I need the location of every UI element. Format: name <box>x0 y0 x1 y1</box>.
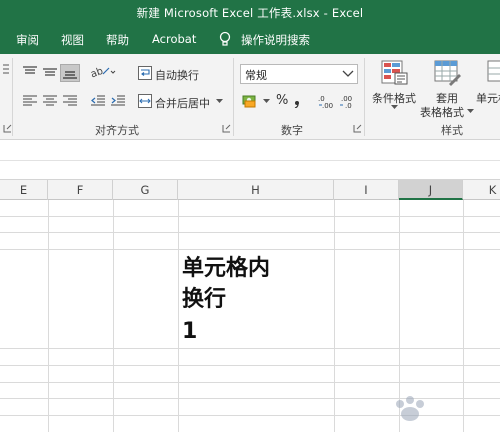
wrap-text-icon[interactable] <box>138 66 152 80</box>
gridline <box>0 365 500 366</box>
column-header-i[interactable]: I <box>334 180 399 200</box>
comma-style-icon[interactable] <box>293 94 303 108</box>
column-header-k[interactable]: K <box>463 180 500 200</box>
conditional-formatting-button[interactable]: 条件格式 <box>372 90 416 106</box>
formula-bar-divider <box>0 160 500 161</box>
column-headers: E F G H I J K <box>0 180 500 200</box>
tab-review[interactable]: 审阅 <box>16 32 39 48</box>
gridline <box>0 348 500 349</box>
tab-acrobat[interactable]: Acrobat <box>152 32 196 46</box>
cell-styles-button[interactable]: 单元格 <box>476 90 500 106</box>
svg-text:.0: .0 <box>345 102 352 109</box>
gridline <box>334 250 335 348</box>
tab-view[interactable]: 视图 <box>61 32 84 48</box>
alignment-group-label: 对齐方式 <box>95 124 139 137</box>
font-dialog-launcher-icon[interactable] <box>3 124 12 133</box>
lightbulb-icon[interactable] <box>218 31 232 47</box>
number-dialog-launcher-icon[interactable] <box>353 124 362 133</box>
tell-me-search[interactable]: 操作说明搜索 <box>241 32 310 48</box>
chevron-down-icon[interactable] <box>467 109 474 114</box>
chevron-down-icon[interactable] <box>216 99 223 104</box>
svg-text:ab: ab <box>90 66 105 80</box>
gridline <box>48 250 49 348</box>
gridline <box>0 232 500 233</box>
cell-styles-icon[interactable] <box>486 60 500 86</box>
column-header-e[interactable]: E <box>0 180 48 200</box>
gridline <box>178 250 179 348</box>
chevron-down-icon[interactable] <box>263 99 270 104</box>
styles-group-label: 样式 <box>441 124 463 137</box>
gridline <box>463 250 464 348</box>
align-center-icon[interactable] <box>42 94 58 108</box>
chevron-down-icon[interactable] <box>391 105 398 110</box>
format-as-table-icon[interactable] <box>434 60 462 86</box>
gridline <box>0 382 500 383</box>
align-left-icon[interactable] <box>22 94 38 108</box>
align-top-icon[interactable] <box>22 66 38 80</box>
gridline <box>399 250 400 348</box>
cell-h-line-3[interactable]: 1 <box>182 317 197 347</box>
gridline <box>113 250 114 348</box>
merge-center-button[interactable]: 合并后居中 <box>155 95 210 111</box>
number-group-label: 数字 <box>281 124 303 137</box>
wrap-text-button[interactable]: 自动换行 <box>155 67 199 83</box>
ribbon-body: ab 自动换行 合并后居中 对齐方式 常规 % .0 .00 .00 .0 数字… <box>0 54 500 140</box>
group-separator <box>233 58 234 136</box>
align-middle-icon[interactable] <box>42 66 58 80</box>
decrease-decimal-icon[interactable]: .00 .0 <box>339 93 357 109</box>
decrease-indent-icon[interactable] <box>90 94 106 108</box>
column-header-f[interactable]: F <box>48 180 113 200</box>
cell-h-line-1[interactable]: 单元格内 <box>182 254 270 284</box>
column-header-h[interactable]: H <box>178 180 334 200</box>
increase-decimal-icon[interactable]: .0 .00 <box>318 93 336 109</box>
accounting-format-icon[interactable] <box>242 94 262 108</box>
cell-h-line-2[interactable]: 换行 <box>182 285 226 315</box>
title-bar: 新建 Microsoft Excel 工作表.xlsx - Excel <box>0 0 500 26</box>
window-title: 新建 Microsoft Excel 工作表.xlsx - Excel <box>136 6 364 20</box>
svg-text:.00: .00 <box>322 102 333 109</box>
increase-indent-icon[interactable] <box>110 94 126 108</box>
clipped-icon <box>3 64 9 74</box>
group-separator <box>364 58 365 136</box>
ribbon-tabs: 审阅 视图 帮助 Acrobat 操作说明搜索 <box>0 26 500 54</box>
merge-center-icon[interactable] <box>138 94 152 108</box>
tab-help[interactable]: 帮助 <box>106 32 129 48</box>
conditional-formatting-icon[interactable] <box>381 60 409 86</box>
gridline <box>0 216 500 217</box>
percent-style-button[interactable]: % <box>276 93 288 108</box>
align-bottom-icon <box>63 71 77 79</box>
format-as-table-button[interactable]: 表格格式 <box>420 104 464 120</box>
chevron-down-icon <box>342 70 354 77</box>
orientation-icon[interactable]: ab <box>90 64 116 80</box>
alignment-dialog-launcher-icon[interactable] <box>222 124 231 133</box>
align-right-icon[interactable] <box>62 94 78 108</box>
group-separator <box>12 58 13 136</box>
column-header-g[interactable]: G <box>113 180 178 200</box>
column-header-j[interactable]: J <box>399 180 463 200</box>
watermark-logo-icon <box>396 396 424 421</box>
number-format-value: 常规 <box>245 69 267 82</box>
number-format-select[interactable]: 常规 <box>240 64 358 84</box>
